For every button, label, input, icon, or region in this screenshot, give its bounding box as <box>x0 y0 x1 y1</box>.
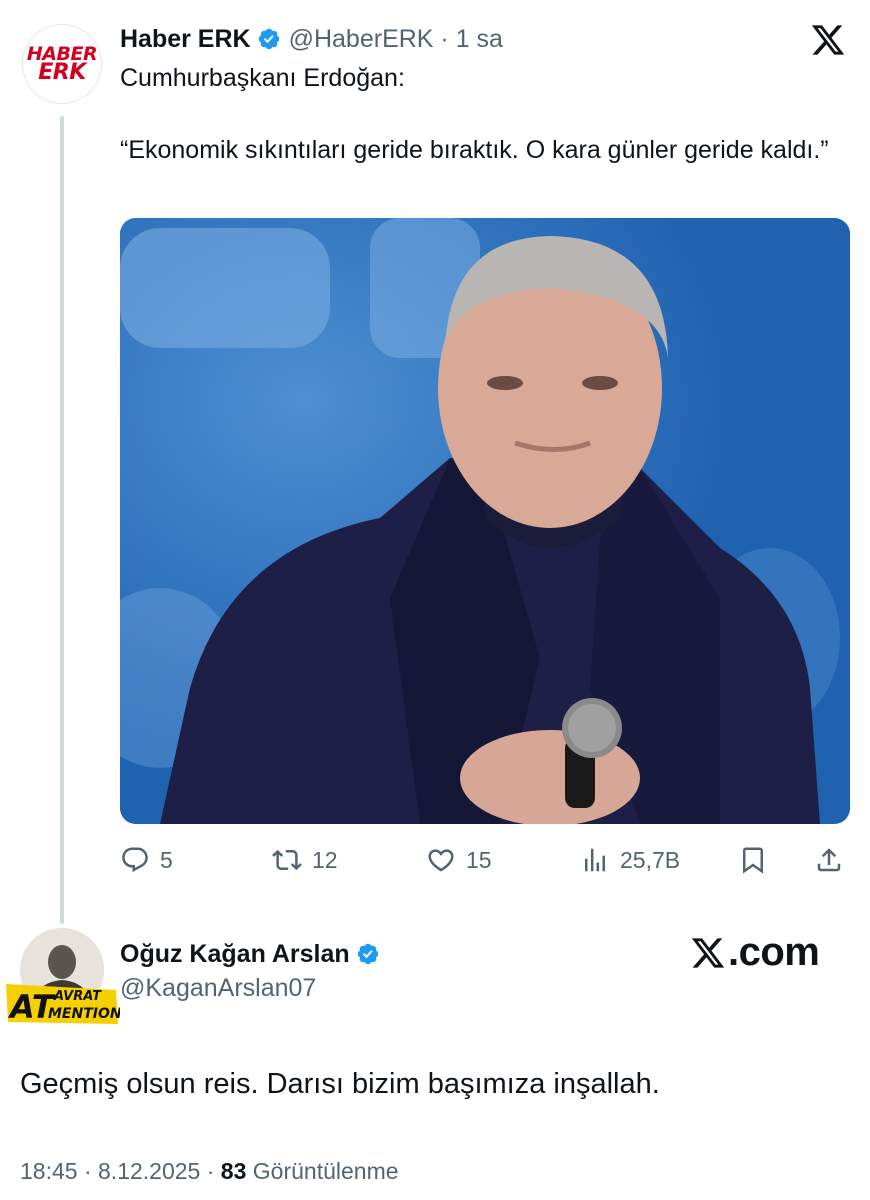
verified-badge-icon <box>258 28 279 50</box>
tweet-time[interactable]: 1 sa <box>456 25 503 54</box>
quoted-tweet-header: Haber ERK @HaberERK · 1 sa <box>120 22 503 56</box>
reply-author-handle[interactable]: @KaganArslan07 <box>120 974 316 1003</box>
verified-badge-icon <box>357 943 378 965</box>
tweet-actions-bar: 5 12 15 25,7B <box>120 838 850 882</box>
reply-button[interactable]: 5 <box>120 838 173 882</box>
views-chart-icon <box>585 848 605 872</box>
badge-text-avrat: AVRAT <box>53 989 102 1004</box>
views-button[interactable]: 25,7B <box>580 838 680 882</box>
bookmark-icon <box>743 847 763 874</box>
avatar-logo-line2: ERK <box>38 59 86 85</box>
tweet-text-line1: Cumhurbaşkanı Erdoğan: <box>120 64 405 92</box>
quoted-tweet-text: Cumhurbaşkanı Erdoğan: “Ekonomik sıkıntı… <box>120 60 860 168</box>
views-count: 25,7B <box>620 846 681 873</box>
meta-views-number[interactable]: 83 <box>221 1158 247 1184</box>
header-separator: · <box>440 24 449 53</box>
x-com-watermark: .com <box>690 930 820 975</box>
meta-separator: · <box>83 1158 92 1184</box>
meta-time[interactable]: 18:45 <box>20 1158 78 1184</box>
meta-date[interactable]: 8.12.2025 <box>98 1158 200 1184</box>
photo-illustration <box>120 218 850 824</box>
thread-connector-line <box>60 116 64 924</box>
reply-count: 5 <box>160 846 173 873</box>
reply-tweet-text: Geçmiş olsun reis. Darısı bizim başımıza… <box>20 1068 660 1100</box>
heart-icon <box>428 849 454 872</box>
reply-tweet-header: Oğuz Kağan Arslan <box>120 936 388 972</box>
like-count: 15 <box>466 846 492 873</box>
x-logo-icon <box>811 25 845 55</box>
badge-text-mention: MENTION <box>48 1006 120 1022</box>
meta-views-label[interactable]: Görüntülenme <box>253 1158 399 1184</box>
repost-icon <box>272 849 302 871</box>
reply-icon <box>122 847 148 873</box>
repost-count: 12 <box>312 846 338 873</box>
author-name[interactable]: Haber ERK <box>120 25 251 54</box>
x-logo-icon <box>691 937 725 968</box>
tweet-text-quote: “Ekonomik sıkıntıları geride bıraktık. O… <box>120 136 829 164</box>
watermark-text: .com <box>728 930 820 974</box>
share-icon <box>817 848 841 872</box>
tweet-meta: 18:45 · 8.12.2025 · 83 Görüntülenme <box>20 1158 399 1185</box>
author-handle[interactable]: @HaberERK <box>289 25 434 54</box>
repost-button[interactable]: 12 <box>272 838 338 882</box>
at-avrat-mention-badge: AT AVRAT MENTION <box>6 984 120 1026</box>
share-button[interactable] <box>814 838 854 882</box>
tweet-photo[interactable] <box>120 218 850 824</box>
reply-author-name[interactable]: Oğuz Kağan Arslan <box>120 940 350 969</box>
meta-separator-2: · <box>206 1158 215 1184</box>
bookmark-button[interactable] <box>738 838 778 882</box>
haber-erk-avatar[interactable]: HABER ERK <box>22 24 102 104</box>
like-button[interactable]: 15 <box>426 838 492 882</box>
